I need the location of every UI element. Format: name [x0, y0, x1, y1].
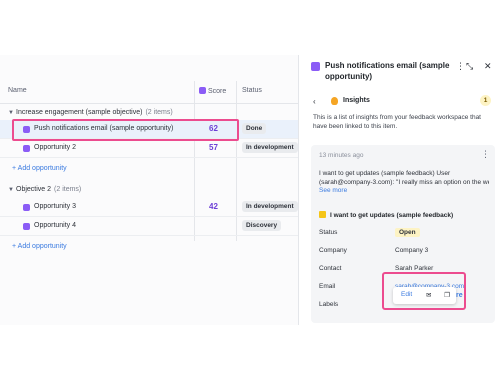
opportunities-table: Name Score Status ▼ Increase engagement (… — [0, 55, 298, 325]
timestamp: 13 minutes ago — [319, 152, 364, 159]
opportunity-icon — [311, 62, 320, 71]
company-label: Company — [319, 247, 347, 254]
highlight-selected-row — [12, 119, 239, 141]
opportunity-icon — [23, 204, 30, 211]
chevron-down-icon[interactable]: ▼ — [8, 187, 16, 193]
row-score: 42 — [209, 202, 218, 211]
status-label: Status — [319, 229, 338, 236]
more-vertical-icon[interactable]: ⋮ — [481, 149, 490, 160]
table-row[interactable]: Opportunity 4 Discovery — [0, 217, 298, 236]
row-name[interactable]: Opportunity 3 — [34, 203, 76, 210]
status-badge[interactable]: In development — [242, 142, 298, 153]
status-badge[interactable]: Discovery — [242, 220, 282, 231]
company-value[interactable]: Company 3 — [395, 247, 428, 254]
see-more-link[interactable]: See more — [319, 187, 347, 194]
table-row[interactable]: Opportunity 3 42 In development — [0, 198, 298, 217]
group-header[interactable]: ▼ Increase engagement (sample objective)(… — [8, 109, 173, 116]
opportunity-icon — [23, 145, 30, 152]
back-chevron-icon[interactable]: ‹ — [313, 97, 316, 106]
opportunity-icon — [23, 223, 30, 230]
labels-label: Labels — [319, 301, 339, 308]
table-row[interactable]: Opportunity 2 57 In development — [0, 139, 298, 158]
score-icon — [199, 87, 206, 94]
column-score-header[interactable]: Score — [199, 87, 226, 95]
feedback-title[interactable]: I want to get updates (sample feedback) — [319, 211, 453, 219]
status-badge[interactable]: In development — [242, 201, 298, 212]
email-label: Email — [319, 283, 336, 290]
row-name[interactable]: Opportunity 2 — [34, 144, 76, 151]
insights-count-badge: 1 — [480, 95, 491, 106]
row-score: 57 — [209, 143, 218, 152]
column-name-header[interactable]: Name — [8, 87, 27, 94]
group-header[interactable]: ▼ Objective 2 (2 items) — [8, 186, 81, 193]
add-opportunity-link[interactable]: + Add opportunity — [12, 165, 67, 172]
highlight-email-field — [382, 272, 466, 310]
collapse-icon[interactable]: ⤡ — [466, 61, 473, 72]
status-badge[interactable]: Open — [395, 228, 420, 237]
add-opportunity-link[interactable]: + Add opportunity — [12, 243, 67, 250]
feedback-icon — [319, 211, 326, 218]
feedback-snippet: I want to get updates (sample feedback) … — [319, 170, 489, 186]
panel-title: Push notifications email (sample opportu… — [325, 61, 450, 81]
table-header: Name Score Status — [0, 81, 298, 104]
insights-heading: Insights — [343, 97, 370, 104]
status-badge[interactable]: Done — [242, 123, 267, 134]
close-icon[interactable]: ✕ — [484, 61, 492, 72]
insights-description: This is a list of insights from your fee… — [313, 114, 481, 130]
row-name[interactable]: Opportunity 4 — [34, 222, 76, 229]
column-status-header[interactable]: Status — [242, 87, 262, 94]
contact-value[interactable]: Sarah Parker — [395, 265, 433, 272]
contact-label: Contact — [319, 265, 342, 272]
more-vertical-icon[interactable]: ⋮ — [456, 61, 465, 72]
lightbulb-icon — [331, 97, 338, 105]
chevron-down-icon[interactable]: ▼ — [8, 110, 16, 116]
